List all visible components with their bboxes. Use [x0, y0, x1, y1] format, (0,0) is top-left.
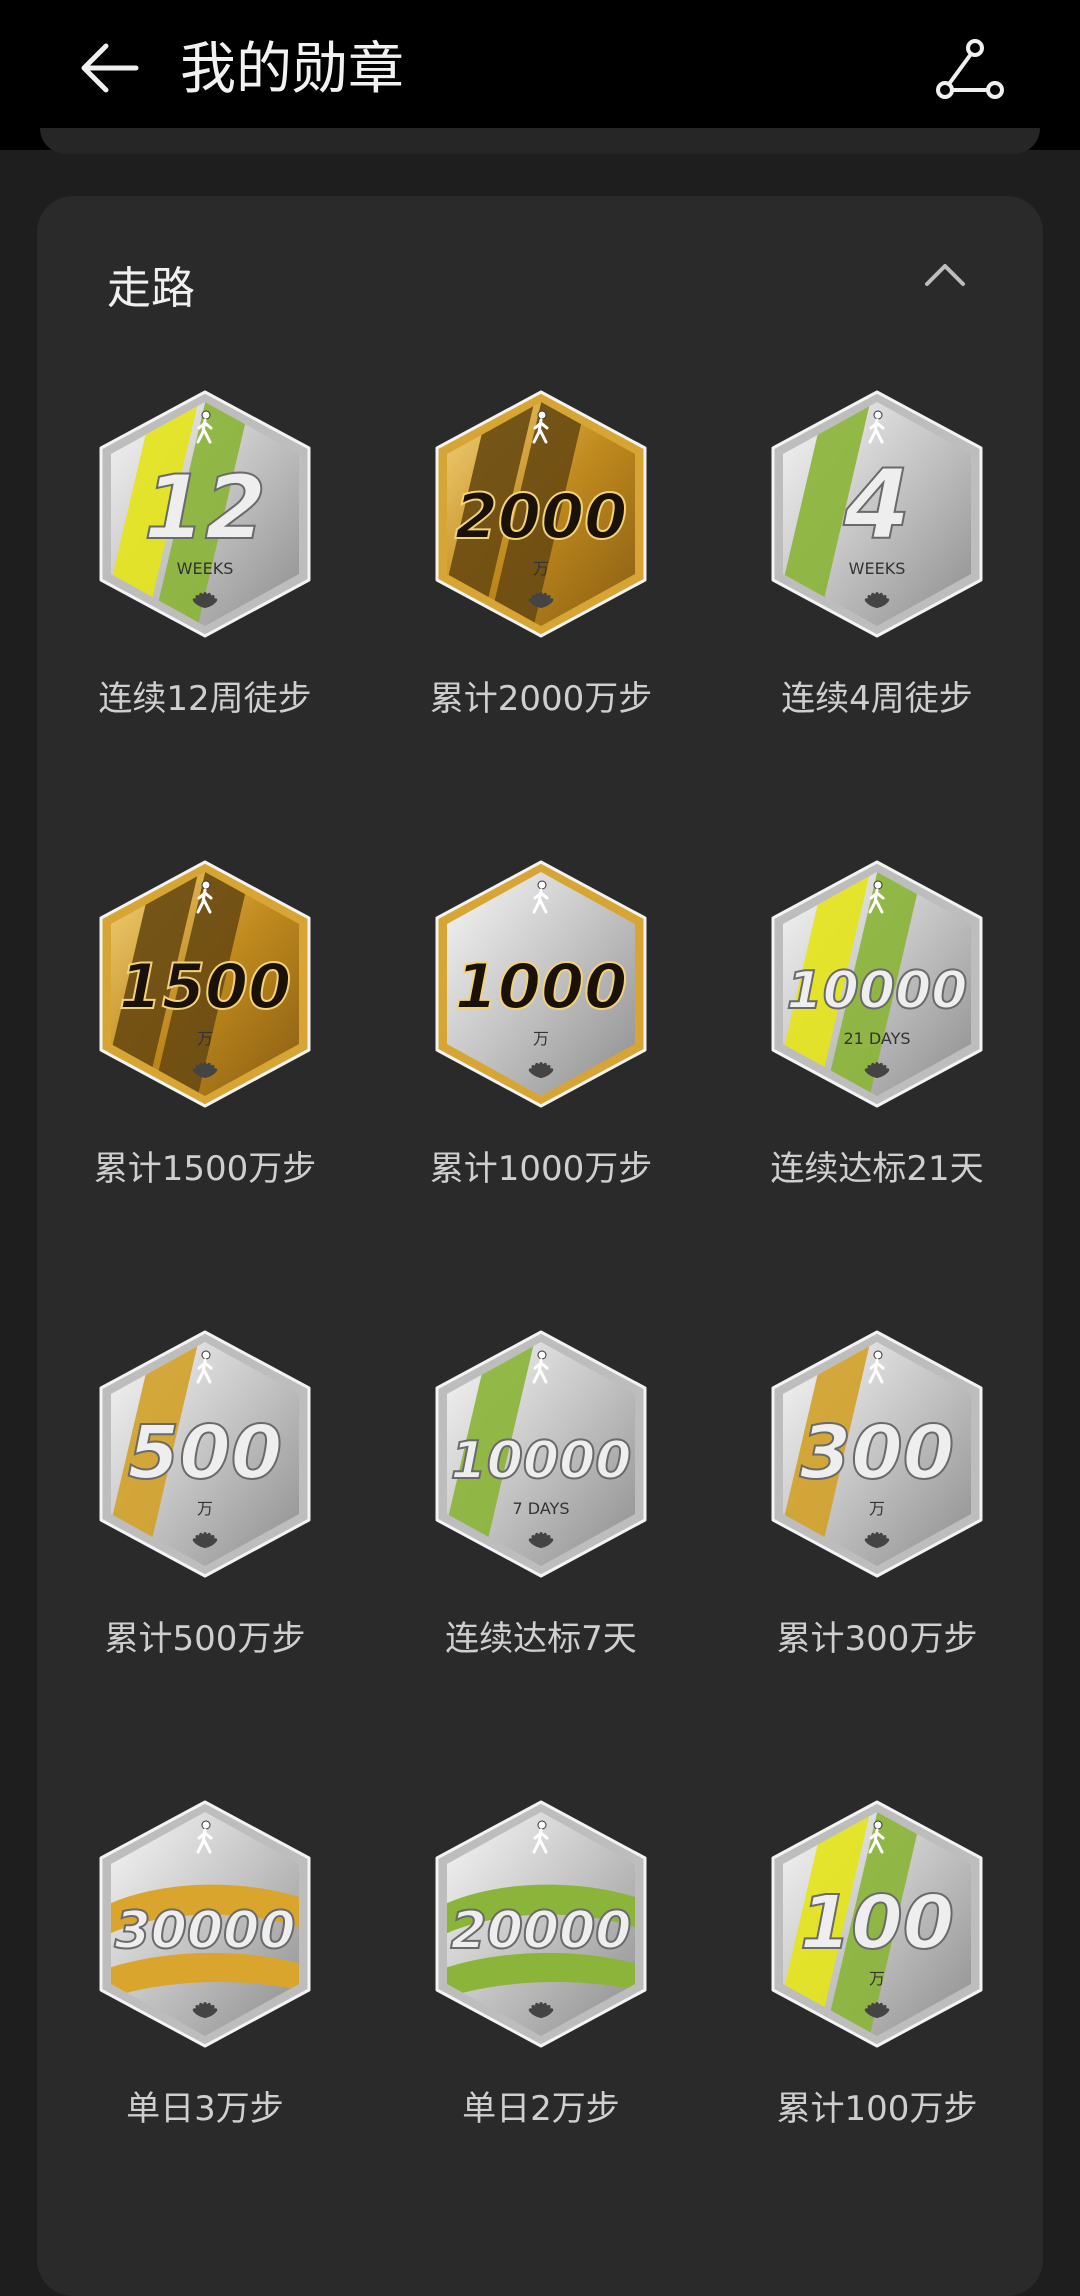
medal-number: 12 [144, 456, 266, 559]
medal-label: 累计100万步 [776, 2089, 978, 2129]
medal-sub-label: 万 [533, 559, 549, 578]
medal-sub-label: 7 DAYS [513, 1499, 570, 1518]
medal-badge: 100 万 [771, 1800, 983, 2048]
medal-item[interactable]: 1000 万累计1000万步 [373, 856, 709, 1216]
medal-sub-label: 万 [533, 1029, 549, 1048]
medal-badge: 10000 7 DAYS [435, 1330, 647, 1578]
medal-label: 连续4周徒步 [781, 679, 973, 719]
medal-number: 10000 [787, 961, 968, 1021]
medal-item[interactable]: 4 WEEKS 连续4周徒步 [709, 386, 1045, 746]
previous-card-edge [40, 128, 1040, 154]
medal-number: 2000 [455, 480, 628, 553]
medal-label: 单日3万步 [126, 2089, 284, 2129]
medal-item[interactable]: 2000 万累计2000万步 [373, 386, 709, 746]
medal-label: 连续达标21天 [770, 1149, 984, 1189]
walking-medals-card: 走路 12 WEEKS 连续12周徒步 2000 万累计2000万步 4 WEEKS 连续4周… [37, 196, 1043, 2296]
medal-badge: 30000 [99, 1800, 311, 2048]
medal-badge: 10000 21 DAYS [771, 860, 983, 1108]
medal-badge: 500 万 [99, 1330, 311, 1578]
medal-sub-label: 万 [869, 1499, 885, 1518]
medal-label: 累计2000万步 [429, 679, 653, 719]
medal-sub-label: 万 [197, 1029, 213, 1048]
medal-sub-label: WEEKS [849, 559, 906, 578]
medal-sub-label: 万 [197, 1499, 213, 1518]
medal-label: 连续达标7天 [445, 1619, 637, 1659]
medal-badge: 1000 万 [435, 860, 647, 1108]
medal-number: 20000 [451, 1901, 632, 1961]
medal-sub-label: 21 DAYS [843, 1029, 910, 1048]
medal-sub-label: 万 [869, 1969, 885, 1988]
medal-sub-label: WEEKS [177, 559, 234, 578]
arrow-left-icon [81, 43, 139, 93]
medal-label: 累计500万步 [104, 1619, 306, 1659]
medal-badge: 2000 万 [435, 390, 647, 638]
medal-item[interactable]: 10000 21 DAYS 连续达标21天 [709, 856, 1045, 1216]
share-button[interactable] [930, 30, 1010, 110]
medal-number: 1500 [119, 950, 292, 1023]
medal-item[interactable]: 12 WEEKS 连续12周徒步 [37, 386, 373, 746]
medal-item[interactable]: 500 万累计500万步 [37, 1326, 373, 1686]
medal-number: 10000 [451, 1431, 632, 1491]
medal-item[interactable]: 30000 单日3万步 [37, 1796, 373, 2156]
medal-badge: 300 万 [771, 1330, 983, 1578]
back-button[interactable] [68, 32, 148, 104]
share-icon [936, 39, 1004, 99]
medal-item[interactable]: 20000 单日2万步 [373, 1796, 709, 2156]
medal-badge: 4WEEKS [771, 390, 983, 638]
medal-badge: 20000 [435, 1800, 647, 2048]
medal-label: 单日2万步 [462, 2089, 620, 2129]
medal-label: 累计300万步 [776, 1619, 978, 1659]
medal-number: 100 [800, 1880, 954, 1966]
medal-item[interactable]: 10000 7 DAYS 连续达标7天 [373, 1326, 709, 1686]
medal-badge: 12WEEKS [99, 390, 311, 638]
medal-item[interactable]: 1500 万累计1500万步 [37, 856, 373, 1216]
medal-number: 1000 [455, 950, 628, 1023]
medal-badge: 1500 万 [99, 860, 311, 1108]
medal-number: 300 [800, 1410, 954, 1496]
medal-label: 累计1000万步 [429, 1149, 653, 1189]
medal-item[interactable]: 100 万累计100万步 [709, 1796, 1045, 2156]
medal-item[interactable]: 300 万累计300万步 [709, 1326, 1045, 1686]
medal-grid: 12 WEEKS 连续12周徒步 2000 万累计2000万步 4 WEEKS 连续4周徒步 1… [37, 196, 1043, 2296]
medal-label: 连续12周徒步 [98, 679, 312, 719]
page-title: 我的勋章 [180, 37, 404, 102]
medal-number: 500 [128, 1410, 282, 1496]
medal-number: 30000 [115, 1901, 296, 1961]
medal-label: 累计1500万步 [93, 1149, 317, 1189]
medal-number: 4 [843, 449, 911, 561]
